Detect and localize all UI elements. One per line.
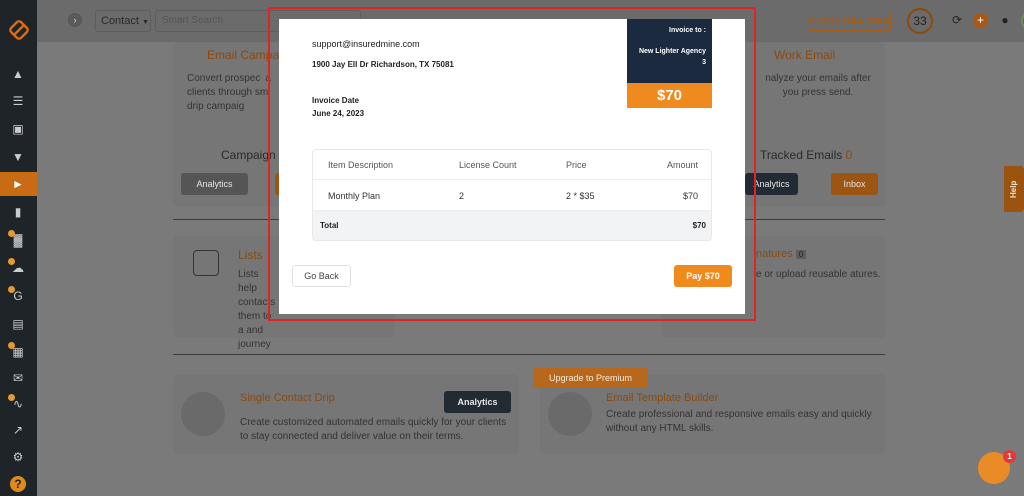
contact-select-label: Contact [101,15,139,27]
help-tab[interactable]: Help [1004,166,1024,212]
email-campaign-text: Convert prospec a clients through sm dri… [187,73,271,112]
app-logo-icon[interactable] [9,20,29,40]
clipboard-icon[interactable]: ▤ [10,316,26,332]
tracked-emails-count: 0 [845,148,853,162]
drip-envelope-icon [181,392,225,436]
sidebar: ▲ ☰ ▣ ▼ ► ▮ ▓ ☁ G ▤ ▦ ✉ ∿ ↗ ⚙ ? [0,0,37,496]
signatures-text: e or upload reusable atures. [756,269,881,280]
tracked-emails-text: Tracked Emails [760,148,843,162]
collapse-sidebar-button[interactable]: › [68,13,82,27]
upgrade-premium-button[interactable]: Upgrade to Premium [533,368,648,388]
help-circle-icon[interactable]: ? [10,476,26,492]
gear-icon[interactable]: ⚙ [10,449,26,465]
drip-analytics-button[interactable]: Analytics [444,391,511,413]
mail-icon[interactable]: ✉ [10,370,26,386]
lock-badge-icon [8,286,15,293]
list-icon[interactable]: ☰ [10,93,26,109]
template-builder-title: Email Template Builder [606,392,719,404]
template-builder-text: Create professional and responsive email… [606,409,872,434]
signatures-count: 0 [795,250,807,259]
lock-badge-icon [8,394,15,401]
lock-badge-icon [8,230,15,237]
single-drip-title: Single Contact Drip [240,392,335,404]
tracked-emails-label: Tracked Emails 0 [760,148,852,162]
single-drip-text: Create customized automated emails quick… [240,417,507,442]
checklist-icon [193,250,219,276]
chat-badge: 1 [1003,450,1016,463]
signatures-label: natures 0 [756,248,807,260]
funnel-icon[interactable]: ▼ [10,149,26,165]
highlight-outline [268,7,756,321]
lists-title: Lists [238,248,263,262]
add-button[interactable]: + [973,13,988,28]
contact-select[interactable]: Contact ▼ [95,10,151,32]
work-email-text: nalyze your emails after you press send. [765,73,871,98]
refresh-icon[interactable]: ⟳ [950,13,964,27]
section-divider [173,354,885,355]
inbox-button[interactable]: Inbox [831,173,878,195]
trend-icon[interactable]: ↗ [10,422,26,438]
template-icon [548,392,592,436]
bell-icon[interactable]: ● [998,13,1012,27]
work-email-title: Work Email [774,48,836,62]
campaign-analytics-button[interactable]: Analytics [181,173,248,195]
chevron-down-icon: ▼ [141,19,149,26]
document-icon[interactable]: ▮ [10,204,26,220]
signatures-title: natures [756,248,793,260]
bank-icon[interactable]: ▲ [10,66,26,82]
megaphone-icon[interactable]: ► [10,176,26,192]
lock-badge-icon [8,258,15,265]
count-circle[interactable]: 33 [907,8,933,34]
free-trial-badge[interactable]: 14 DAYS FREE TRIAL [807,11,891,31]
lock-badge-icon [8,342,15,349]
contacts-icon[interactable]: ▣ [10,121,26,137]
